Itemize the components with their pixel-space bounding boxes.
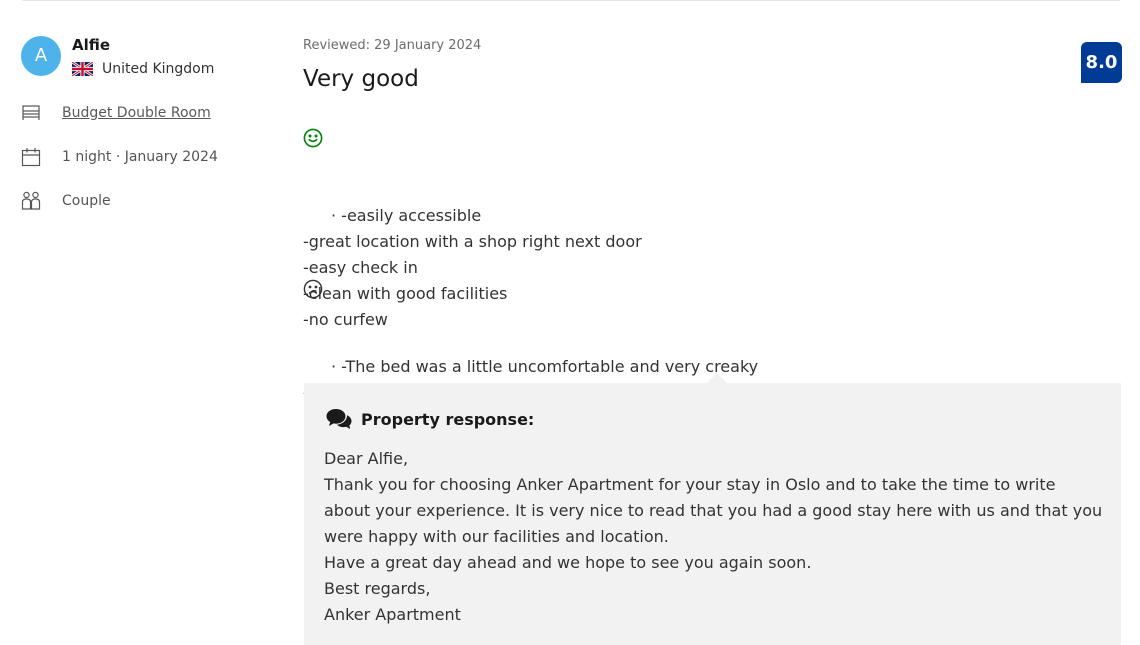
- chat-bubbles-icon: [326, 409, 352, 429]
- response-text: Dear Alfie, Thank you for choosing Anker…: [324, 449, 1103, 624]
- score-badge: 8.0: [1081, 42, 1122, 83]
- bed-icon: [22, 105, 40, 120]
- review-date: Reviewed: 29 January 2024: [303, 38, 482, 53]
- frown-face-icon: [303, 279, 323, 299]
- top-divider: [22, 0, 1120, 1]
- traveler-type: Couple: [62, 193, 111, 209]
- uk-flag-icon: [72, 62, 93, 76]
- review-title: Very good: [303, 66, 419, 92]
- reviewer-name: Alfie: [72, 36, 111, 54]
- traveler-type-row: Couple: [21, 191, 111, 211]
- stay-date-row: 1 night · January 2024: [21, 147, 218, 167]
- people-icon: [21, 191, 41, 210]
- stay-duration: 1 night · January 2024: [62, 149, 218, 165]
- room-type-link[interactable]: Budget Double Room: [62, 105, 211, 121]
- room-type-row: Budget Double Room: [21, 103, 211, 123]
- response-heading-label: Property response:: [361, 409, 535, 429]
- reviewer-country: United Kingdom: [72, 61, 214, 77]
- calendar-icon: [21, 148, 41, 167]
- property-response: Property response: Dear Alfie, Thank you…: [304, 383, 1121, 645]
- country-name: United Kingdom: [102, 61, 215, 77]
- avatar: A: [21, 36, 61, 76]
- smile-face-icon: [303, 128, 323, 148]
- response-heading: Property response:: [325, 407, 534, 431]
